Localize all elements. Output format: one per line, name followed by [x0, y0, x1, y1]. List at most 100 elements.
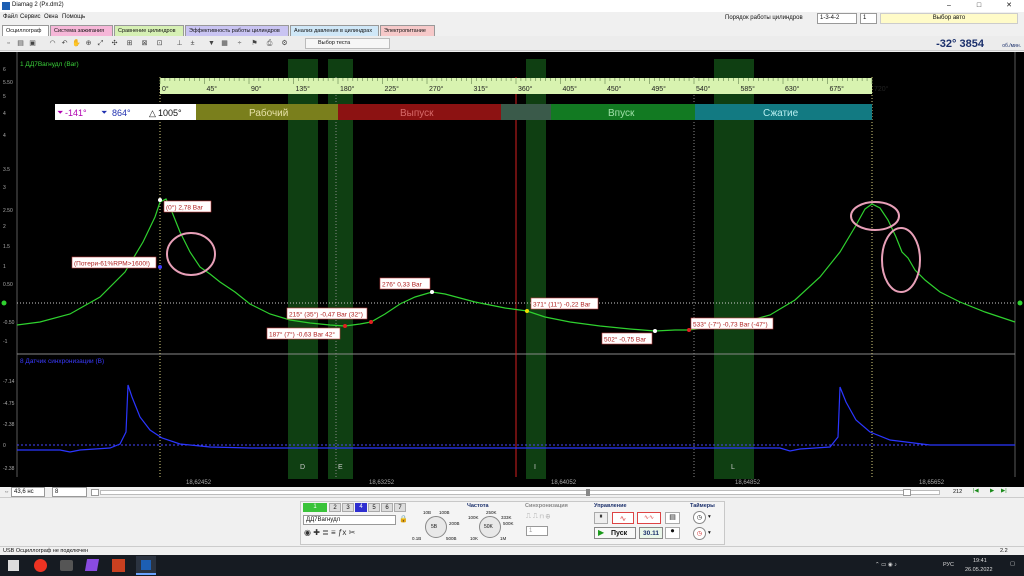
nav-first-icon[interactable]: |◀: [973, 488, 979, 494]
page-button-7[interactable]: 7: [394, 503, 406, 512]
page-button-2[interactable]: 2: [329, 503, 341, 512]
timer-clock-icon-1[interactable]: ◷: [693, 511, 706, 524]
sync-channel-select[interactable]: 1: [526, 526, 548, 536]
band-i: [526, 59, 546, 479]
timer-clock-icon-2[interactable]: ◷: [693, 527, 706, 540]
maximize-button[interactable]: □: [964, 0, 994, 12]
title-bar: Diamag 2 (Px.dm2) – □ ✕: [0, 0, 1024, 12]
new-icon[interactable]: ▫: [4, 39, 13, 48]
page-button-6[interactable]: 6: [381, 503, 393, 512]
status-bar: USB Осциллограф не подключен 2.2: [0, 546, 1024, 555]
page-button-1[interactable]: 1: [303, 503, 327, 512]
zoom-icon[interactable]: ⊕: [84, 39, 93, 48]
app-icon: [2, 2, 10, 10]
point-peak: [158, 198, 162, 202]
scrollbar-thumb[interactable]: [586, 489, 590, 496]
svg-text:5.50: 5.50: [3, 80, 13, 86]
diamag-taskbar-icon: [141, 560, 151, 570]
rpm-value: 3854: [959, 38, 984, 50]
hand-icon[interactable]: ✋: [72, 39, 81, 48]
overlay-icon[interactable]: ⊠: [140, 39, 149, 48]
channel-source-select[interactable]: ДД7Вагнудл: [303, 515, 396, 525]
grid-icon[interactable]: ⊞: [125, 39, 134, 48]
lock-icon[interactable]: 🔒: [399, 515, 408, 525]
timer-dropdown-2[interactable]: ▾: [708, 530, 711, 536]
app-icon-2[interactable]: [60, 560, 73, 571]
svg-text:18,63252: 18,63252: [369, 480, 395, 486]
hdd-icon[interactable]: ▤: [665, 512, 680, 524]
ch1-offset-handle[interactable]: [1, 300, 7, 306]
print-icon[interactable]: ⎙: [265, 39, 274, 48]
marker-i: I: [534, 464, 536, 471]
app-icon-3[interactable]: [84, 559, 100, 571]
headphones-icon[interactable]: ◠: [48, 39, 57, 48]
zoom-fit-icon[interactable]: ⤢: [96, 39, 105, 48]
test-select[interactable]: Выбор теста: [305, 38, 390, 49]
nav-last-icon[interactable]: ▶|: [1001, 488, 1007, 494]
timer-value-box[interactable]: 30.11: [639, 527, 663, 539]
page-button-5[interactable]: 5: [368, 503, 380, 512]
horizontal-scrollbar[interactable]: [100, 490, 940, 495]
menu-file[interactable]: Файл: [3, 14, 18, 20]
save-icon[interactable]: ▣: [28, 39, 37, 48]
oscilloscope-view[interactable]: 0° 45° 90° 135° 180° 225° 270° 315° 360° 405° 450°…: [0, 52, 1024, 487]
channel-tools-icons[interactable]: ◉ ✚ ≣ ≡ ƒx ✂: [304, 528, 355, 537]
timebase-row: ⇔ 43,6 нс 8 212 |◀ ▶ ▶|: [0, 487, 1024, 498]
point-533: [687, 328, 691, 332]
ch1-offset-handle-right[interactable]: [1017, 300, 1023, 306]
notification-icon[interactable]: ▢: [1010, 561, 1015, 567]
page-button-4[interactable]: 4: [355, 503, 367, 512]
app-icon-4[interactable]: [112, 559, 125, 572]
cylinder-number-spinner[interactable]: 1: [860, 13, 877, 24]
timer-dropdown-1[interactable]: ▾: [708, 514, 711, 520]
tab-pressure-analysis[interactable]: Анализ давления в цилиндрах: [290, 25, 379, 36]
language-indicator[interactable]: РУС: [943, 562, 954, 568]
open-icon[interactable]: ▤: [16, 39, 25, 48]
stop-button[interactable]: ⏸: [594, 512, 608, 524]
sine-mode-button[interactable]: ∿: [612, 512, 634, 524]
measure-icon[interactable]: ⊥: [175, 39, 184, 48]
menu-help[interactable]: Помощь: [62, 14, 85, 20]
ruler-label: 90°: [251, 85, 262, 93]
sync-mode-icons[interactable]: ⎍ ⎍ ⊓ ⊕: [526, 513, 550, 521]
tab-cylinder-efficiency[interactable]: Эффективность работы цилиндров: [185, 25, 289, 36]
yandex-icon[interactable]: [34, 559, 47, 572]
cylinder-order-select[interactable]: 1-3-4-2: [817, 13, 857, 24]
tab-power[interactable]: Электропитание: [380, 25, 435, 36]
split-icon[interactable]: ÷: [235, 39, 244, 48]
close-button[interactable]: ✕: [994, 0, 1024, 12]
control-panel: 1 2 3 4 5 6 7 ДД7Вагнудл 🔒 ◉ ✚ ≣ ≡ ƒx ✂ …: [0, 498, 1024, 546]
filter-icon[interactable]: ▼: [207, 39, 216, 48]
table-icon[interactable]: ▦: [220, 39, 229, 48]
cursor-a-value: -141°: [65, 108, 87, 118]
minimize-button[interactable]: –: [934, 0, 964, 12]
ruler-label: 720°: [874, 85, 889, 93]
tab-ignition[interactable]: Система зажигания: [50, 25, 113, 36]
nav-play-icon[interactable]: ▶: [990, 488, 994, 494]
tray-icons[interactable]: ⌃ ▭ ◉ ♪: [875, 562, 897, 568]
degree-icon[interactable]: ±: [188, 39, 197, 48]
zoom-x-icon[interactable]: ⊡: [155, 39, 164, 48]
timebase-select[interactable]: 43,6 нс: [11, 487, 45, 497]
ruler-label: 45°: [207, 85, 218, 93]
undo-icon[interactable]: ↶: [60, 39, 69, 48]
start-icon[interactable]: [8, 560, 19, 571]
tab-oscilloscope[interactable]: Осциллограф: [2, 25, 49, 36]
settings-icon[interactable]: ⚙: [280, 39, 289, 48]
auto-select[interactable]: Выбор авто: [880, 13, 1018, 24]
channel-select[interactable]: 8: [52, 487, 87, 497]
page-button-3[interactable]: 3: [342, 503, 354, 512]
tab-cylinder-compare[interactable]: Сравнение цилиндров: [114, 25, 184, 36]
svg-text:0: 0: [3, 443, 6, 449]
menu-service[interactable]: Сервис: [20, 14, 41, 20]
menu-windows[interactable]: Окна: [44, 14, 58, 20]
flag-icon[interactable]: ⚑: [250, 39, 259, 48]
scroll-left-button[interactable]: [91, 489, 99, 496]
cursor-icon[interactable]: ✣: [110, 39, 119, 48]
svg-text:-7.14: -7.14: [3, 379, 15, 385]
phase-bar-overlap: [501, 104, 551, 120]
multi-wave-button[interactable]: ∿∿: [637, 512, 661, 524]
scroll-right-button[interactable]: [903, 489, 911, 496]
channel1-label: 1 ДД7Вагнудл (Bar): [20, 61, 79, 68]
record-icon[interactable]: ⏺: [665, 527, 680, 539]
